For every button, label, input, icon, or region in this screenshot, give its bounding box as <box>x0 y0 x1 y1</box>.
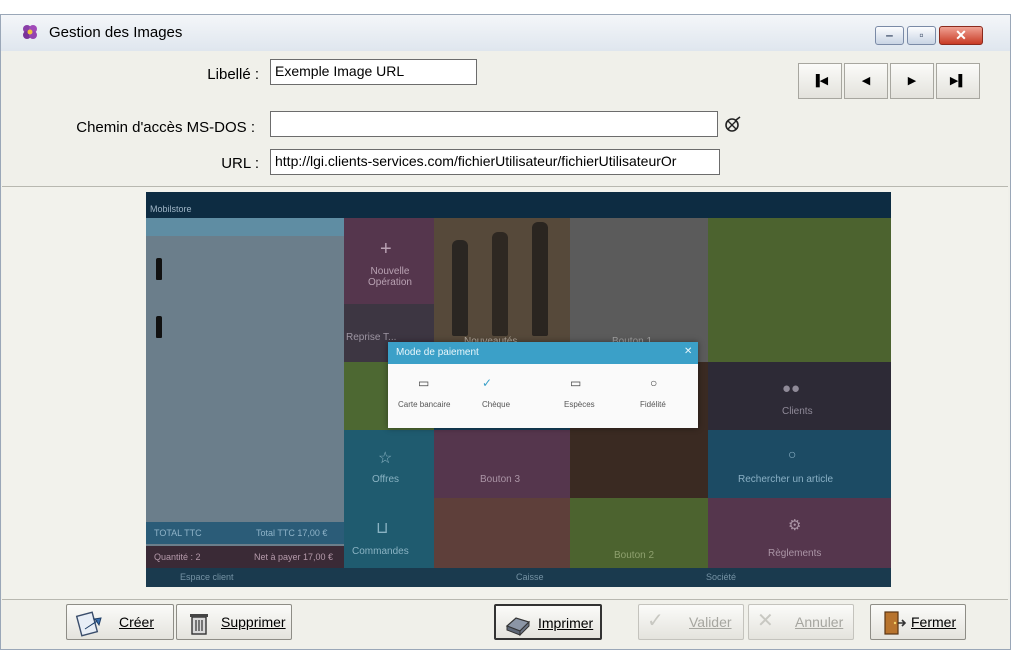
annuler-button[interactable]: ✕ Annuler <box>748 604 854 640</box>
tile-bouton3 <box>434 430 570 498</box>
libelle-input[interactable]: Exemple Image URL <box>270 59 477 85</box>
maximize-icon: ▫ <box>919 28 924 42</box>
payment-option: Carte bancaire <box>398 400 451 409</box>
path-label: Chemin d'accès MS-DOS : <box>76 119 255 136</box>
supprimer-button[interactable]: Supprimer <box>176 604 292 640</box>
tile-bouton2-label: Bouton 2 <box>614 550 655 561</box>
check-icon: ✓ <box>482 376 493 390</box>
title-bar[interactable]: Gestion des Images ‒ ▫ ✕ <box>1 15 1010 51</box>
flower-app-icon <box>23 25 37 39</box>
exit-door-icon <box>884 611 907 635</box>
creer-button[interactable]: Créer <box>66 604 174 640</box>
wine-bottle-icon <box>452 240 468 336</box>
preview-quantity: Quantité : 2 <box>154 552 201 562</box>
payment-option: Espèces <box>564 400 595 409</box>
tile-offres-label: Offres <box>372 474 400 485</box>
preview-bottom-item: Espace client <box>180 572 234 582</box>
url-label: URL : <box>221 155 259 172</box>
next-icon: ▶ <box>907 75 917 87</box>
last-record-button[interactable]: ▶▌ <box>936 63 980 99</box>
printer-icon <box>505 617 531 637</box>
preview-app-bar <box>146 192 891 218</box>
imprimer-label: Imprimer <box>538 615 594 631</box>
valider-button[interactable]: ✓ Valider <box>638 604 744 640</box>
tile-nouvelle-operation-label: Nouvelle Opération <box>368 266 412 288</box>
maximize-button[interactable]: ▫ <box>907 26 936 45</box>
close-icon: ✕ <box>955 27 967 43</box>
cancel-icon: ✕ <box>757 610 774 632</box>
first-record-button[interactable]: ▐◀ <box>798 63 842 99</box>
bottle-icon <box>156 316 162 338</box>
close-icon: ✕ <box>684 346 693 357</box>
wine-bottle-icon <box>532 222 548 336</box>
tile-clients-label: Clients <box>782 406 813 417</box>
tile-commandes <box>344 498 434 568</box>
clients-icon: ●● <box>782 380 801 397</box>
tile-description <box>708 218 891 362</box>
payment-option: Fidélité <box>640 400 666 409</box>
fermer-label: Fermer <box>911 614 957 630</box>
preview-left-header <box>146 218 344 236</box>
validate-icon: ✓ <box>647 610 664 632</box>
trash-icon <box>190 614 208 635</box>
payment-option: Chèque <box>482 400 511 409</box>
card-icon: ▭ <box>418 376 430 390</box>
libelle-label: Libellé : <box>207 66 259 83</box>
wine-bottle-icon <box>492 232 508 336</box>
star-icon: ☆ <box>378 450 393 467</box>
browse-icon[interactable] <box>723 115 743 135</box>
preview-bottom-item: Société <box>706 572 737 582</box>
search-icon: ○ <box>788 446 797 462</box>
preview-net-value: Net à payer 17,00 € <box>254 552 334 562</box>
create-record-icon <box>75 611 102 637</box>
payment-dialog-title: Mode de paiement <box>396 347 479 358</box>
imprimer-button[interactable]: Imprimer <box>494 604 602 640</box>
tile-rechercher-label: Rechercher un article <box>738 474 834 485</box>
plus-icon: + <box>380 238 392 260</box>
close-button[interactable]: ✕ <box>939 26 983 45</box>
preview-total-value: Total TTC 17,00 € <box>256 528 328 538</box>
image-preview: Mobilstore TOTAL TTC Total TTC 17,00 € Q… <box>146 192 891 587</box>
annuler-label: Annuler <box>795 614 844 630</box>
top-strip <box>0 0 1011 14</box>
tile-bouton3-label: Bouton 3 <box>480 474 521 485</box>
preview-bottom-item: Caisse <box>516 572 544 582</box>
last-icon: ▶▌ <box>949 75 967 87</box>
valider-label: Valider <box>689 614 732 630</box>
path-input[interactable] <box>270 111 718 137</box>
gears-icon: ⚙ <box>788 517 802 534</box>
supprimer-label: Supprimer <box>221 614 286 630</box>
url-input[interactable]: http://lgi.clients-services.com/fichierU… <box>270 149 720 175</box>
tile-rechercher <box>708 430 891 498</box>
minimize-icon: ‒ <box>886 28 893 42</box>
previous-record-button[interactable]: ◀ <box>844 63 888 99</box>
tile-cocktail-photo <box>434 498 570 568</box>
first-icon: ▐◀ <box>811 75 829 87</box>
record-navigation: ▐◀ ◀ ▶ ▶▌ <box>798 63 980 99</box>
window-title: Gestion des Images <box>49 24 183 41</box>
tile-commandes-label: Commandes <box>352 546 409 557</box>
bottle-icon <box>156 258 162 280</box>
fermer-button[interactable]: Fermer <box>870 604 966 640</box>
creer-label: Créer <box>119 614 155 630</box>
next-record-button[interactable]: ▶ <box>890 63 934 99</box>
previous-icon: ◀ <box>861 75 871 87</box>
cash-icon: ▭ <box>570 376 582 390</box>
tile-reglements-label: Règlements <box>768 548 822 559</box>
tile-nouvelle-operation <box>344 218 434 304</box>
cart-icon: ⊔ <box>376 520 389 537</box>
preview-total-label: TOTAL TTC <box>154 528 202 538</box>
loyalty-icon: ○ <box>650 376 658 390</box>
preview-app-title: Mobilstore <box>150 204 192 214</box>
minimize-button[interactable]: ‒ <box>875 26 904 45</box>
